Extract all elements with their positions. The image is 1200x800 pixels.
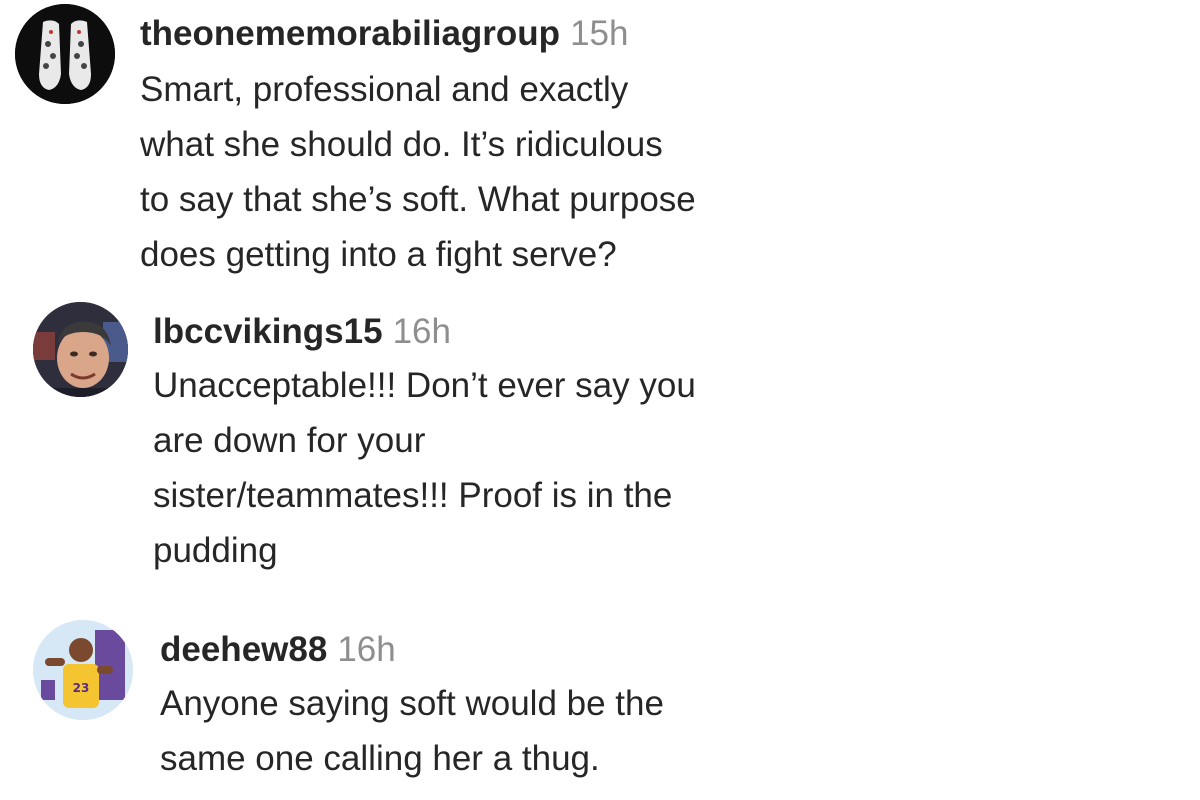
svg-text:23: 23 xyxy=(73,681,90,695)
comment-meta: theonememorabiliagroup 15h xyxy=(140,14,820,54)
comment-text: Unacceptable!!! Don’t ever say you are d… xyxy=(153,366,696,570)
basketball-player-avatar-icon: 23 xyxy=(33,620,133,720)
avatar[interactable]: 23 xyxy=(33,620,133,720)
timestamp[interactable]: 15h xyxy=(570,14,628,53)
comment-meta: lbccvikings15 16h xyxy=(153,312,833,352)
avatar[interactable] xyxy=(33,302,128,397)
comment-body: deehew88 16h Anyone saying soft would be … xyxy=(160,630,840,786)
comment-body: theonememorabiliagroup 15h Smart, profess… xyxy=(140,14,820,282)
timestamp[interactable]: 16h xyxy=(393,312,451,351)
sneakers-avatar-icon xyxy=(15,4,115,104)
timestamp[interactable]: 16h xyxy=(337,630,395,669)
avatar[interactable] xyxy=(15,4,115,104)
comment-meta: deehew88 16h xyxy=(160,630,840,670)
man-face-avatar-icon xyxy=(33,302,128,397)
username-link[interactable]: theonememorabiliagroup xyxy=(140,14,560,53)
comment-text: Smart, professional and exactly what she… xyxy=(140,70,696,274)
comment-text: Anyone saying soft would be the same one… xyxy=(160,684,664,778)
comment-body: lbccvikings15 16h Unacceptable!!! Don’t e… xyxy=(153,312,833,578)
username-link[interactable]: lbccvikings15 xyxy=(153,312,383,351)
username-link[interactable]: deehew88 xyxy=(160,630,327,669)
